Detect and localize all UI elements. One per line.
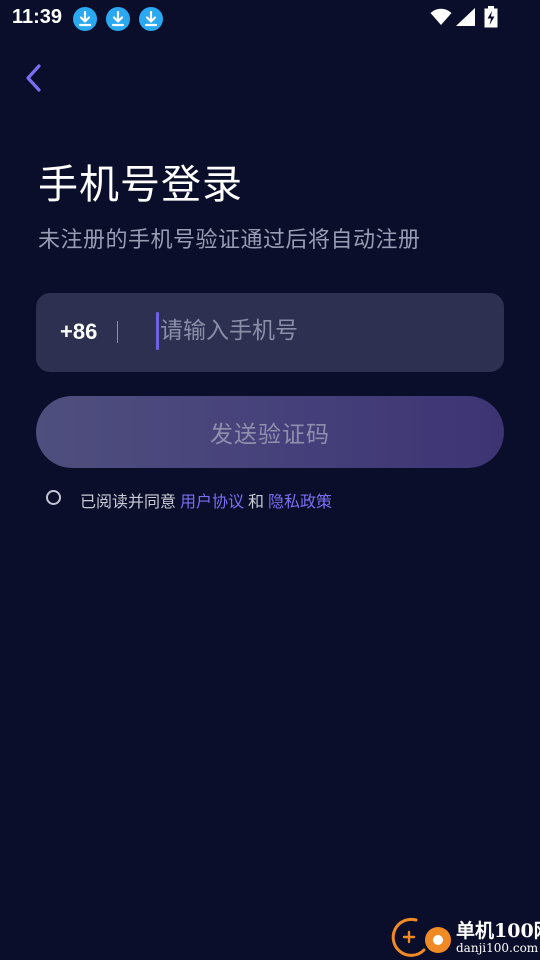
- agreement-connector: 和: [248, 492, 265, 511]
- privacy-link[interactable]: 隐私政策: [268, 492, 332, 511]
- back-button[interactable]: [20, 60, 50, 96]
- download-icon: [139, 7, 163, 31]
- download-icon: [73, 7, 97, 31]
- watermark: 单机100网 danji100.com: [390, 912, 540, 960]
- status-time: 11:39: [12, 6, 63, 28]
- phone-field[interactable]: +86: [36, 293, 504, 372]
- phone-input[interactable]: [160, 311, 480, 351]
- send-code-button[interactable]: 发送验证码: [36, 396, 504, 468]
- watermark-title: 单机100网: [456, 920, 540, 942]
- download-icon: [106, 7, 130, 31]
- agreement-text: 已阅读并同意 用户协议和隐私政策: [80, 488, 332, 512]
- login-screen: 11:39 手机号登录 未注册的手机号验证通过后将自动注册 +86 请输入手机号…: [0, 0, 540, 960]
- watermark-smile-icon: [425, 927, 451, 953]
- watermark-url: danji100.com: [456, 941, 539, 955]
- country-code[interactable]: +86: [60, 319, 97, 345]
- agreement-checkbox[interactable]: [46, 490, 61, 505]
- wifi-icon: [430, 8, 452, 25]
- status-bar: 11:39: [0, 0, 540, 38]
- terms-link[interactable]: 用户协议: [180, 492, 244, 511]
- page-title: 手机号登录: [38, 162, 243, 208]
- text-cursor: [156, 312, 159, 350]
- agreement-prefix: 已阅读并同意: [80, 492, 177, 511]
- page-subtitle: 未注册的手机号验证通过后将自动注册: [38, 228, 421, 253]
- battery-charging-icon: [484, 6, 498, 28]
- divider: [117, 321, 118, 343]
- signal-icon: [456, 8, 475, 26]
